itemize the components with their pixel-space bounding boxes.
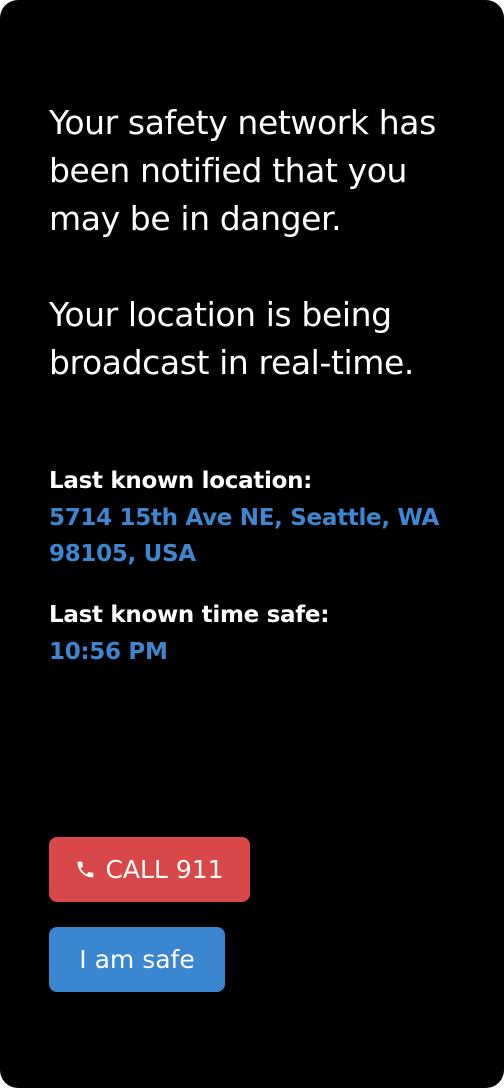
time-safe-label: Last known time safe:	[49, 602, 330, 628]
call-911-label: CALL 911	[105, 855, 224, 884]
location-label: Last known location:	[49, 468, 313, 494]
phone-icon	[75, 859, 96, 880]
i-am-safe-label: I am safe	[79, 945, 195, 974]
alert-notified-text: Your safety network has been notified th…	[49, 103, 436, 238]
alert-broadcast-text: Your location is being broadcast in real…	[49, 295, 414, 382]
call-911-button[interactable]: CALL 911	[49, 837, 250, 902]
alert-message: Your safety network has been notified th…	[49, 99, 479, 387]
time-safe-value: 10:56 PM	[49, 639, 168, 665]
i-am-safe-button[interactable]: I am safe	[49, 927, 225, 992]
location-value: 5714 15th Ave NE, Seattle, WA 98105, USA	[49, 505, 440, 567]
alert-screen: Your safety network has been notified th…	[0, 0, 504, 1088]
